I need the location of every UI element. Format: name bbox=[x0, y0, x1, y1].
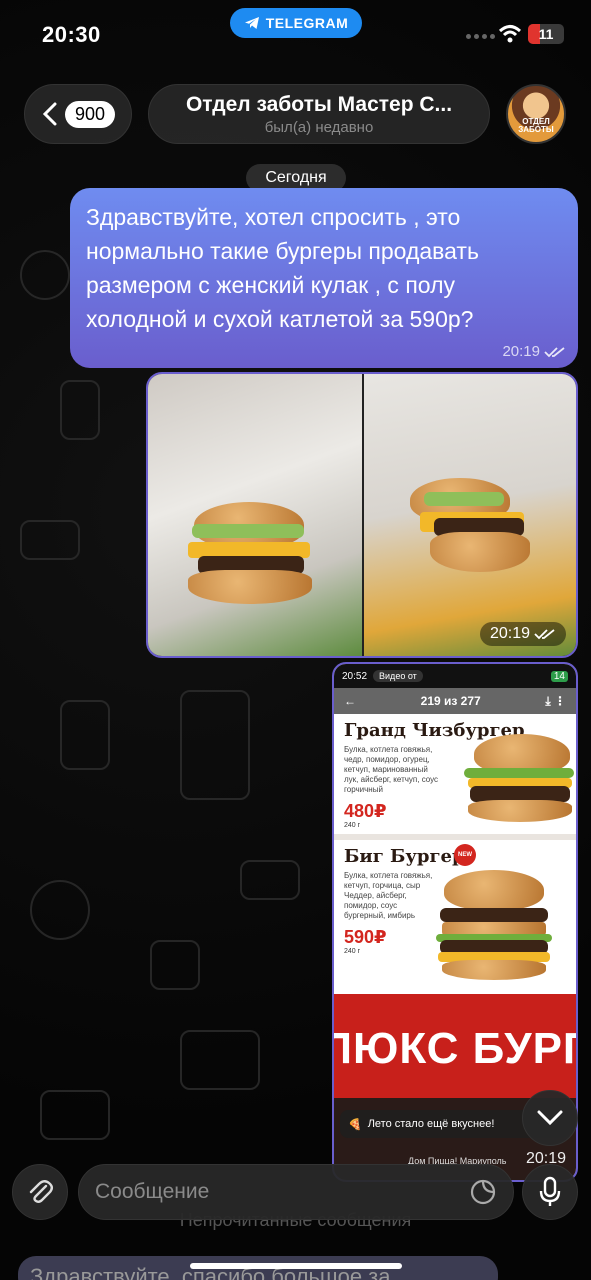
chat-title-pill[interactable]: Отдел заботы Мастер С... был(а) недавно bbox=[148, 84, 490, 144]
cellular-signal-icon bbox=[466, 34, 495, 39]
telegram-plane-icon bbox=[244, 17, 259, 29]
microphone-icon bbox=[539, 1176, 561, 1206]
gallery-counter: 219 из 277 bbox=[420, 694, 481, 708]
promo-banner: ЛЮКС БУРГ bbox=[334, 994, 576, 1104]
battery-icon: 11 bbox=[528, 24, 564, 44]
new-badge: NEW bbox=[454, 844, 476, 866]
menu-item-grand: Гранд Чизбургер Булка, котлета говяжья, … bbox=[334, 714, 576, 834]
message-meta: 20:19 bbox=[502, 343, 566, 360]
chevron-left-icon bbox=[43, 102, 57, 126]
avatar-label: ОТДЕЛ ЗАБОТЫ bbox=[518, 117, 554, 134]
chat-last-seen: был(а) недавно bbox=[264, 119, 374, 136]
menu-item-big: Биг Бургер NEW Булка, котлета говяжья, к… bbox=[334, 834, 576, 994]
back-button[interactable]: 900 bbox=[24, 84, 132, 144]
sticker-icon[interactable] bbox=[469, 1178, 497, 1206]
chevron-down-icon bbox=[537, 1110, 563, 1126]
screenshot-gallery-bar: ← 219 из 277 ⤓ ⋮ bbox=[334, 688, 576, 714]
screenshot-status-bar: 20:52 Видео от 14 bbox=[334, 664, 576, 688]
scroll-to-bottom-button[interactable] bbox=[522, 1090, 578, 1146]
arrow-left-icon: ← bbox=[344, 694, 356, 708]
double-check-icon bbox=[534, 629, 555, 640]
burger-photo-2[interactable] bbox=[364, 374, 576, 656]
telegram-pill[interactable]: TELEGRAM bbox=[230, 8, 362, 38]
message-input-pill[interactable] bbox=[78, 1164, 514, 1220]
photo-album[interactable]: 20:19 bbox=[146, 372, 578, 658]
outgoing-message[interactable]: Здравствуйте, хотел спросить , это норма… bbox=[70, 188, 578, 368]
screenshot-battery: 14 bbox=[550, 670, 568, 682]
menu-item-desc: Булка, котлета говяжья, кетчуп, горчица,… bbox=[344, 871, 433, 920]
menu-item-desc: Булка, котлета говяжья, чедр, помидор, о… bbox=[344, 745, 439, 794]
message-input[interactable] bbox=[95, 1180, 469, 1204]
screenshot-status-time: 20:52 bbox=[342, 670, 368, 682]
chat-title: Отдел заботы Мастер С... bbox=[185, 93, 453, 116]
menu-item-weight: 240 г bbox=[344, 822, 361, 829]
pizza-icon: 🍕 bbox=[348, 1118, 362, 1131]
chat-avatar[interactable]: ОТДЕЛ ЗАБОТЫ bbox=[506, 84, 566, 144]
burger-photo-1[interactable] bbox=[148, 374, 362, 656]
wifi-icon bbox=[498, 25, 522, 43]
paperclip-icon bbox=[29, 1180, 53, 1203]
microphone-button[interactable] bbox=[522, 1164, 578, 1220]
unread-count-badge: 900 bbox=[65, 100, 116, 128]
promo-text: Лето стало ещё вкуснее! bbox=[367, 1118, 495, 1130]
status-bar: 20:30 TELEGRAM 11 bbox=[0, 0, 591, 70]
status-time: 20:30 bbox=[42, 22, 101, 47]
home-indicator[interactable] bbox=[190, 1263, 402, 1269]
photo-meta: 20:19 bbox=[479, 622, 566, 646]
attach-button[interactable] bbox=[12, 1164, 68, 1220]
message-text: Здравствуйте, хотел спросить , это норма… bbox=[86, 204, 479, 332]
photos-time: 20:19 bbox=[489, 625, 530, 642]
download-icon: ⤓ ⋮ bbox=[545, 693, 566, 708]
message-time: 20:19 bbox=[502, 343, 540, 360]
battery-level: 11 bbox=[538, 26, 554, 42]
double-check-icon bbox=[544, 346, 565, 357]
telegram-pill-label: TELEGRAM bbox=[265, 15, 349, 31]
screenshot-status-pill: Видео от bbox=[373, 670, 423, 682]
